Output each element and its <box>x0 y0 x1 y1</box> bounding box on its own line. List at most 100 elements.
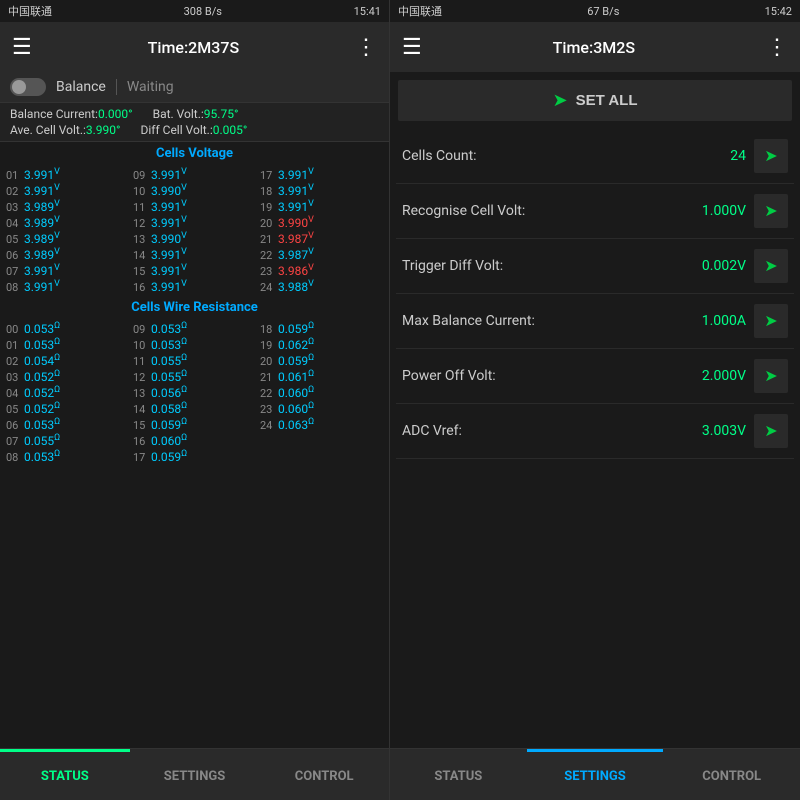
volt-value: 3.991V <box>278 183 314 198</box>
res-row: 130.056Ω <box>133 385 256 400</box>
ave-cell-label: Ave. Cell Volt.:3.990° <box>10 123 121 137</box>
res-num: 23 <box>260 403 276 416</box>
balance-label: Balance <box>56 79 106 95</box>
res-row: 020.054Ω <box>6 353 129 368</box>
res-row: 230.060Ω <box>260 401 383 416</box>
res-row: 180.059Ω <box>260 321 383 336</box>
left-menu-icon[interactable]: ☰ <box>12 35 32 60</box>
res-row: 210.061Ω <box>260 369 383 384</box>
res-num: 17 <box>133 451 149 464</box>
volt-num: 10 <box>133 185 149 198</box>
volt-value: 3.990V <box>278 215 314 230</box>
res-value: 0.053Ω <box>24 449 60 464</box>
volt-value: 3.987V <box>278 231 314 246</box>
volt-num: 19 <box>260 201 276 214</box>
right-nav-status[interactable]: STATUS <box>390 749 527 800</box>
volt-num: 17 <box>260 169 276 182</box>
volt-value: 3.991V <box>151 279 187 294</box>
diff-cell-label: Diff Cell Volt.:0.005° <box>141 123 248 137</box>
volt-row: 083.991V <box>6 279 129 294</box>
right-nav-settings[interactable]: SETTINGS <box>527 749 664 800</box>
volt-num: 01 <box>6 169 22 182</box>
volt-row: 163.991V <box>133 279 256 294</box>
info-row: Balance Current:0.000° Bat. Volt.:95.75°… <box>0 103 389 142</box>
res-value: 0.063Ω <box>278 417 314 432</box>
res-num: 11 <box>133 355 149 368</box>
volt-num: 14 <box>133 249 149 262</box>
res-num: 20 <box>260 355 276 368</box>
right-status-icons: 67 B/s <box>587 5 619 18</box>
send-button-4[interactable]: ➤ <box>754 359 788 393</box>
send-button-0[interactable]: ➤ <box>754 139 788 173</box>
res-num: 01 <box>6 339 22 352</box>
res-value: 0.053Ω <box>24 337 60 352</box>
left-status-icons: 308 B/s <box>184 5 222 18</box>
res-row: 200.059Ω <box>260 353 383 368</box>
volt-num: 02 <box>6 185 22 198</box>
volt-row: 223.987V <box>260 247 383 262</box>
res-num: 07 <box>6 435 22 448</box>
volt-row: 133.990V <box>133 231 256 246</box>
volt-row: 203.990V <box>260 215 383 230</box>
volt-value: 3.991V <box>24 167 60 182</box>
volt-value: 3.987V <box>278 247 314 262</box>
right-nav-control[interactable]: CONTROL <box>663 749 800 800</box>
volt-row: 093.991V <box>133 167 256 182</box>
res-row: 100.053Ω <box>133 337 256 352</box>
volt-row: 043.989V <box>6 215 129 230</box>
volt-col-1: 013.991V023.991V033.989V043.989V053.989V… <box>6 167 129 294</box>
setting-row: ADC Vref: 3.003V ➤ <box>396 404 794 459</box>
send-button-1[interactable]: ➤ <box>754 194 788 228</box>
left-nav-settings[interactable]: SETTINGS <box>130 749 260 800</box>
res-num: 00 <box>6 323 22 336</box>
send-button-3[interactable]: ➤ <box>754 304 788 338</box>
res-row: 190.062Ω <box>260 337 383 352</box>
res-row: 070.055Ω <box>6 433 129 448</box>
res-value: 0.052Ω <box>24 369 60 384</box>
left-nav-status[interactable]: STATUS <box>0 749 130 800</box>
volt-num: 22 <box>260 249 276 262</box>
set-all-button[interactable]: ➤ SET ALL <box>398 80 792 121</box>
res-col-3: 180.059Ω190.062Ω200.059Ω210.061Ω220.060Ω… <box>260 321 383 464</box>
right-carrier: 中国联通 <box>398 3 442 19</box>
settings-content: Cells Count: 24 ➤ Recognise Cell Volt: 1… <box>390 129 800 748</box>
balance-toggle[interactable] <box>10 78 46 96</box>
res-col-1: 000.053Ω010.053Ω020.054Ω030.052Ω040.052Ω… <box>6 321 129 464</box>
right-app-bar: ☰ Time:3M2S ⋮ <box>390 22 800 72</box>
res-num: 08 <box>6 451 22 464</box>
res-num: 12 <box>133 371 149 384</box>
res-num: 03 <box>6 371 22 384</box>
res-value: 0.052Ω <box>24 401 60 416</box>
res-value: 0.053Ω <box>151 337 187 352</box>
volt-num: 15 <box>133 265 149 278</box>
setting-row: Recognise Cell Volt: 1.000V ➤ <box>396 184 794 239</box>
send-button-2[interactable]: ➤ <box>754 249 788 283</box>
left-status-bar: 中国联通 308 B/s 15:41 <box>0 0 389 22</box>
right-menu-icon[interactable]: ☰ <box>402 35 422 60</box>
send-button-5[interactable]: ➤ <box>754 414 788 448</box>
setting-row: Max Balance Current: 1.000A ➤ <box>396 294 794 349</box>
bat-volt-value: 95.75° <box>204 107 239 121</box>
bat-volt-label: Bat. Volt.:95.75° <box>153 107 239 121</box>
res-num: 15 <box>133 419 149 432</box>
volt-row: 073.991V <box>6 263 129 278</box>
volt-row: 213.987V <box>260 231 383 246</box>
res-value: 0.052Ω <box>24 385 60 400</box>
res-value: 0.055Ω <box>151 353 187 368</box>
waiting-label: Waiting <box>116 79 174 95</box>
volt-row: 243.988V <box>260 279 383 294</box>
res-row: 240.063Ω <box>260 417 383 432</box>
res-row: 030.052Ω <box>6 369 129 384</box>
setting-row: Cells Count: 24 ➤ <box>396 129 794 184</box>
right-bottom-nav: STATUS SETTINGS CONTROL <box>390 748 800 800</box>
res-row: 090.053Ω <box>133 321 256 336</box>
res-col-2: 090.053Ω100.053Ω110.055Ω120.055Ω130.056Ω… <box>133 321 256 464</box>
res-num: 06 <box>6 419 22 432</box>
left-more-icon[interactable]: ⋮ <box>355 35 377 60</box>
right-more-icon[interactable]: ⋮ <box>766 35 788 60</box>
res-num: 10 <box>133 339 149 352</box>
volt-num: 04 <box>6 217 22 230</box>
volt-value: 3.991V <box>151 167 187 182</box>
volt-value: 3.989V <box>24 247 60 262</box>
left-nav-control[interactable]: CONTROL <box>259 749 389 800</box>
